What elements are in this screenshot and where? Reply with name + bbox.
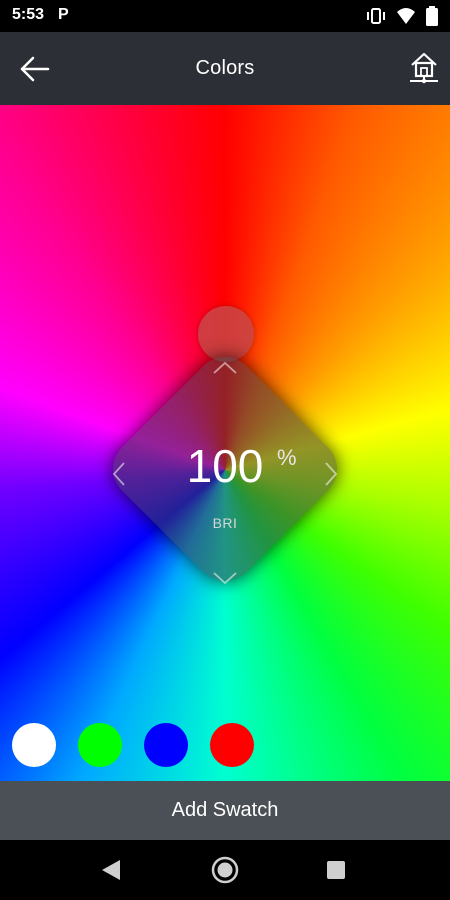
- chevron-left-icon: [112, 462, 125, 486]
- swatch-blue[interactable]: [144, 723, 188, 767]
- next-mode-button[interactable]: [323, 459, 339, 489]
- app-bar: Colors: [0, 32, 450, 105]
- brightness-value: 100: [186, 440, 264, 492]
- page-title: Colors: [195, 57, 255, 79]
- arrow-left-icon: [20, 56, 50, 82]
- brightness-controls: 100 % BRI: [95, 347, 355, 607]
- vibrate-icon: [367, 8, 385, 24]
- swatch-red[interactable]: [210, 723, 254, 767]
- wifi-icon: [397, 8, 415, 24]
- swatch-white[interactable]: [12, 723, 56, 767]
- back-button[interactable]: [18, 54, 52, 84]
- previous-mode-button[interactable]: [111, 459, 127, 489]
- brightness-unit: %: [277, 445, 297, 470]
- swatch-green[interactable]: [78, 723, 122, 767]
- status-bar: 5:53 P: [0, 0, 450, 32]
- color-wheel[interactable]: 100 % BRI: [0, 105, 450, 781]
- parking-app-icon: P: [58, 6, 69, 23]
- battery-icon: [426, 6, 438, 26]
- chevron-up-icon: [213, 361, 237, 374]
- system-navigation-bar: [0, 840, 450, 900]
- brightness-down-button[interactable]: [211, 569, 239, 587]
- home-network-button[interactable]: [406, 50, 442, 86]
- brightness-up-button[interactable]: [211, 359, 239, 377]
- circle-home-icon: [211, 856, 239, 884]
- triangle-back-icon: [102, 860, 120, 880]
- nav-home-button[interactable]: [211, 856, 239, 889]
- chevron-down-icon: [213, 572, 237, 585]
- chevron-right-icon: [325, 462, 338, 486]
- square-recents-icon: [327, 861, 345, 879]
- status-icons: [366, 6, 438, 26]
- nav-recents-button[interactable]: [326, 860, 346, 885]
- add-swatch-button[interactable]: Add Swatch: [0, 781, 450, 840]
- status-time: 5:53: [12, 6, 45, 23]
- home-network-icon: [410, 52, 438, 84]
- add-swatch-label: Add Swatch: [171, 799, 279, 821]
- brightness-label: BRI: [212, 515, 238, 531]
- nav-back-button[interactable]: [100, 858, 122, 887]
